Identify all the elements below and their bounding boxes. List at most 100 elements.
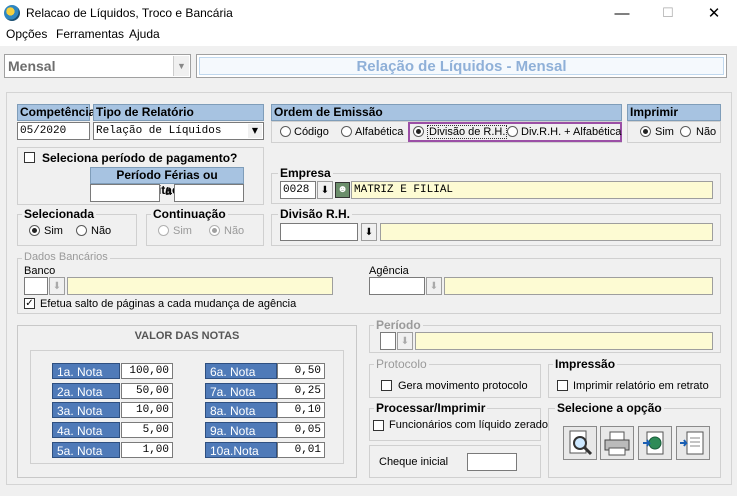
banco-label: Banco (24, 265, 56, 277)
chevron-down-icon[interactable]: ▼ (173, 56, 189, 76)
empresa-name-field: MATRIZ E FILIAL (351, 181, 713, 199)
empresa-code-input[interactable]: 0028 (280, 181, 316, 199)
download-arrow-icon[interactable]: ⬇ (426, 277, 442, 295)
periodo-name-field (415, 332, 713, 350)
menu-ajuda[interactable]: Ajuda (129, 27, 160, 41)
periodo-ferias-header: Período Férias ou Quitação (90, 167, 244, 197)
ordem-codigo-radio[interactable] (280, 126, 291, 137)
nota-value-input[interactable]: 10,00 (121, 402, 173, 418)
printer-icon (604, 431, 630, 456)
protocolo-label: Protocolo (374, 357, 429, 371)
menu-opcoes[interactable]: Opções (6, 27, 47, 41)
ordem-div-alfa-radio[interactable] (507, 126, 518, 137)
chevron-down-icon[interactable]: ▼ (248, 124, 262, 138)
protocolo-checkbox-label: Gera movimento protocolo (398, 380, 528, 392)
export-button[interactable] (638, 426, 672, 460)
nota-label: 6a. Nota (205, 363, 277, 379)
nota-value-input[interactable]: 5,00 (121, 422, 173, 438)
nota-label: 2a. Nota (52, 383, 120, 399)
preview-button[interactable] (563, 426, 597, 460)
nota-value-input[interactable]: 0,25 (277, 383, 325, 399)
nota-label: 5a. Nota (52, 442, 120, 458)
divisao-rh-label: Divisão R.H. (278, 207, 353, 221)
title-bar: Relacao de Líquidos, Troco e Bancária — … (0, 0, 737, 26)
ordem-emissao-header: Ordem de Emissão (271, 104, 622, 121)
imprimir-nao-label: Não (696, 126, 717, 138)
selecionada-nao-radio[interactable] (76, 225, 87, 236)
selecione-label: Selecione a opção (555, 401, 664, 415)
empresa-label: Empresa (278, 166, 333, 180)
selecionada-label: Selecionada (22, 207, 97, 221)
protocolo-checkbox[interactable] (381, 380, 392, 391)
imprimir-header: Imprimir (627, 104, 721, 121)
cheque-label: Cheque inicial (379, 456, 449, 468)
impressao-checkbox-label: Imprimir relatório em retrato (573, 380, 709, 392)
ordem-alfabetica-label: Alfabética (355, 126, 404, 138)
continuacao-sim-radio[interactable] (158, 225, 169, 236)
ordem-alfabetica-radio[interactable] (341, 126, 352, 137)
continuacao-nao-radio[interactable] (209, 225, 220, 236)
periodo-pagamento-checkbox[interactable] (24, 152, 35, 163)
download-arrow-icon[interactable]: ⬇ (397, 332, 413, 350)
divisao-rh-code-input[interactable] (280, 223, 358, 241)
imprimir-sim-radio[interactable] (640, 126, 651, 137)
tipo-relatorio-value: Relação de Líquidos (96, 125, 222, 137)
print-button[interactable] (600, 426, 634, 460)
save-file-button[interactable] (676, 426, 710, 460)
export-icon (643, 431, 664, 455)
imprimir-nao-radio[interactable] (680, 126, 691, 137)
nota-value-input[interactable]: 1,00 (121, 442, 173, 458)
app-icon (4, 5, 20, 21)
period-combo[interactable]: Mensal ▼ (4, 54, 191, 78)
periodo-separator: à (164, 186, 172, 198)
window-title: Relacao de Líquidos, Troco e Bancária (26, 6, 233, 20)
periodo-from-input[interactable] (90, 184, 160, 202)
processar-label: Processar/Imprimir (374, 401, 488, 415)
dados-bancarios-label: Dados Bancários (22, 251, 110, 263)
download-arrow-icon[interactable]: ⬇ (361, 223, 377, 241)
continuacao-nao-label: Não (224, 225, 245, 237)
salto-checkbox[interactable]: ✓ (24, 298, 35, 309)
nota-value-input[interactable]: 0,01 (277, 442, 325, 458)
tipo-relatorio-select[interactable]: Relação de Líquidos ▼ (93, 122, 264, 140)
cheque-input[interactable] (467, 453, 517, 471)
selecionada-sim-radio[interactable] (29, 225, 40, 236)
competencia-input[interactable]: 05/2020 (17, 122, 90, 140)
periodo-code-input[interactable] (380, 332, 396, 350)
ordem-divisao-radio[interactable] (413, 126, 424, 137)
person-icon[interactable]: ☻ (335, 182, 350, 198)
impressao-checkbox[interactable] (557, 380, 568, 391)
download-arrow-icon[interactable]: ⬇ (49, 277, 65, 295)
selecionada-sim-label: Sim (44, 225, 63, 237)
nota-value-input[interactable]: 50,00 (121, 383, 173, 399)
salto-label: Efetua salto de páginas a cada mudança d… (40, 298, 297, 310)
banco-code-input[interactable] (24, 277, 48, 295)
download-arrow-icon[interactable]: ⬇ (317, 181, 333, 199)
ordem-codigo-label: Código (294, 126, 329, 138)
maximize-button[interactable]: ☐ (645, 0, 691, 26)
impressao-label: Impressão (553, 357, 618, 371)
banco-name-field (67, 277, 333, 295)
close-button[interactable]: ✕ (691, 0, 737, 26)
menu-bar: Opções Ferramentas Ajuda (0, 26, 737, 46)
processar-checkbox-label: Funcionários com líquido zerado (389, 419, 548, 431)
nota-label: 10a.Nota (205, 442, 277, 458)
nota-label: 4a. Nota (52, 422, 120, 438)
nota-label: 7a. Nota (205, 383, 277, 399)
minimize-button[interactable]: — (599, 0, 645, 26)
agencia-code-input[interactable] (369, 277, 425, 295)
nota-value-input[interactable]: 0,10 (277, 402, 325, 418)
imprimir-sim-label: Sim (655, 126, 674, 138)
nota-value-input[interactable]: 0,05 (277, 422, 325, 438)
nota-value-input[interactable]: 0,50 (277, 363, 325, 379)
periodo-pagamento-label: Seleciona período de pagamento? (42, 151, 238, 165)
tipo-relatorio-header: Tipo de Relatório (93, 104, 264, 121)
periodo-to-input[interactable] (174, 184, 244, 202)
nota-value-input[interactable]: 100,00 (121, 363, 173, 379)
menu-ferramentas[interactable]: Ferramentas (56, 27, 124, 41)
selecionada-nao-label: Não (91, 225, 112, 237)
valor-notas-title: VALOR DAS NOTAS (134, 330, 240, 342)
magnifier-icon (569, 430, 593, 456)
processar-checkbox[interactable] (373, 420, 384, 431)
divisao-rh-name-field (380, 223, 713, 241)
